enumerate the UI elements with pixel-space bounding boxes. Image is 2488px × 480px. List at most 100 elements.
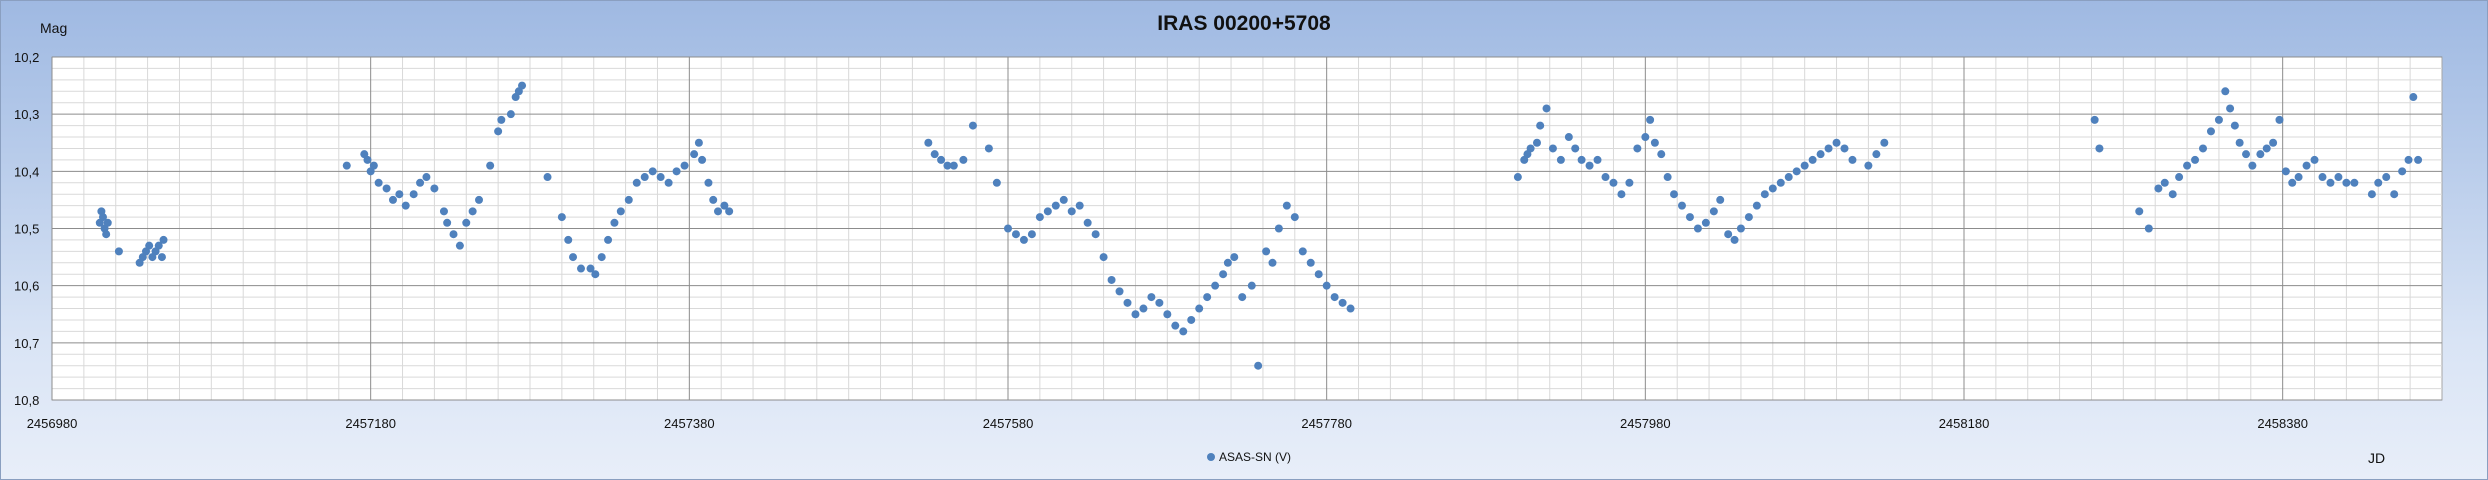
data-point <box>1663 173 1672 182</box>
data-point <box>374 178 383 187</box>
data-point <box>604 235 613 244</box>
data-point <box>2175 173 2184 182</box>
data-point <box>1338 298 1347 307</box>
data-point <box>2160 178 2169 187</box>
data-point <box>1115 287 1124 296</box>
data-point <box>2374 178 2383 187</box>
data-point <box>569 253 578 262</box>
data-point <box>656 173 665 182</box>
data-point <box>1800 161 1809 170</box>
data-point <box>1322 281 1331 290</box>
data-point <box>1730 235 1739 244</box>
data-point <box>1139 304 1148 313</box>
data-point <box>1019 235 1028 244</box>
data-point <box>694 138 703 147</box>
data-point <box>1880 138 1889 147</box>
data-point <box>1548 144 1557 153</box>
y-tick-label: 10,6 <box>14 279 39 294</box>
data-point <box>497 115 506 124</box>
data-point <box>2135 207 2144 216</box>
legend-marker-icon <box>1207 453 1215 461</box>
data-point <box>422 173 431 182</box>
data-point <box>475 195 484 204</box>
data-point <box>395 190 404 199</box>
y-tick-label: 10,7 <box>14 336 39 351</box>
data-point <box>2398 167 2407 176</box>
data-point <box>1067 207 1076 216</box>
data-point <box>2275 115 2284 124</box>
data-point <box>1043 207 1052 216</box>
data-point <box>632 178 641 187</box>
data-point <box>2414 155 2423 164</box>
data-point <box>1099 253 1108 262</box>
data-point <box>2269 138 2278 147</box>
data-point <box>363 155 372 164</box>
data-point <box>1051 201 1060 210</box>
data-point <box>725 207 734 216</box>
y-tick-label: 10,8 <box>14 393 39 408</box>
data-point <box>1824 144 1833 153</box>
data-point <box>1155 298 1164 307</box>
data-point <box>1219 270 1228 279</box>
data-point <box>2262 144 2271 153</box>
data-point <box>1526 144 1535 153</box>
data-point <box>157 253 166 262</box>
data-point <box>2409 93 2418 102</box>
data-point <box>506 110 515 119</box>
data-point <box>709 195 718 204</box>
data-point <box>486 161 495 170</box>
data-point <box>1832 138 1841 147</box>
data-point <box>1633 144 1642 153</box>
data-point <box>1784 173 1793 182</box>
data-point <box>1059 195 1068 204</box>
data-point <box>930 150 939 159</box>
x-tick-label: 2457580 <box>983 416 1034 431</box>
data-point <box>1179 327 1188 336</box>
data-point <box>704 178 713 187</box>
data-point <box>597 253 606 262</box>
data-point <box>984 144 993 153</box>
data-point <box>1282 201 1291 210</box>
data-point <box>1011 230 1020 239</box>
data-point <box>1274 224 1283 233</box>
data-point <box>1571 144 1580 153</box>
data-point <box>2248 161 2257 170</box>
data-point <box>1641 133 1650 142</box>
data-point <box>2256 150 2265 159</box>
data-point <box>698 155 707 164</box>
data-point <box>2242 150 2251 159</box>
data-point <box>1625 178 1634 187</box>
data-point <box>1330 293 1339 302</box>
data-point <box>2230 121 2239 130</box>
data-point <box>1776 178 1785 187</box>
data-point <box>1107 275 1116 284</box>
data-point <box>937 155 946 164</box>
data-point <box>610 218 619 227</box>
data-point <box>1808 155 1817 164</box>
legend: ASAS-SN (V) <box>1207 450 1291 464</box>
data-point <box>518 81 527 90</box>
data-point <box>1760 190 1769 199</box>
data-point <box>949 161 958 170</box>
data-point <box>2199 144 2207 153</box>
data-point <box>1670 190 1679 199</box>
data-point <box>382 184 391 193</box>
x-axis-label: JD <box>2368 450 2386 466</box>
data-point <box>1736 224 1745 233</box>
data-point <box>664 178 673 187</box>
data-point <box>2214 115 2223 124</box>
x-tick-label: 2457980 <box>1620 416 1671 431</box>
data-point <box>1298 247 1307 256</box>
data-point <box>2191 155 2200 164</box>
data-point <box>1542 104 1551 113</box>
scatter-plot: 10,2 10,3 10,4 10,5 10,6 10,7 10,8 2456980 2457… <box>14 50 2443 431</box>
data-point <box>443 218 452 227</box>
data-point <box>1268 258 1277 267</box>
data-point <box>564 235 573 244</box>
data-point <box>1171 321 1180 330</box>
data-point <box>1532 138 1541 147</box>
data-point <box>1247 281 1256 290</box>
data-point <box>959 155 968 164</box>
data-point <box>2350 178 2359 187</box>
data-point <box>159 235 168 244</box>
